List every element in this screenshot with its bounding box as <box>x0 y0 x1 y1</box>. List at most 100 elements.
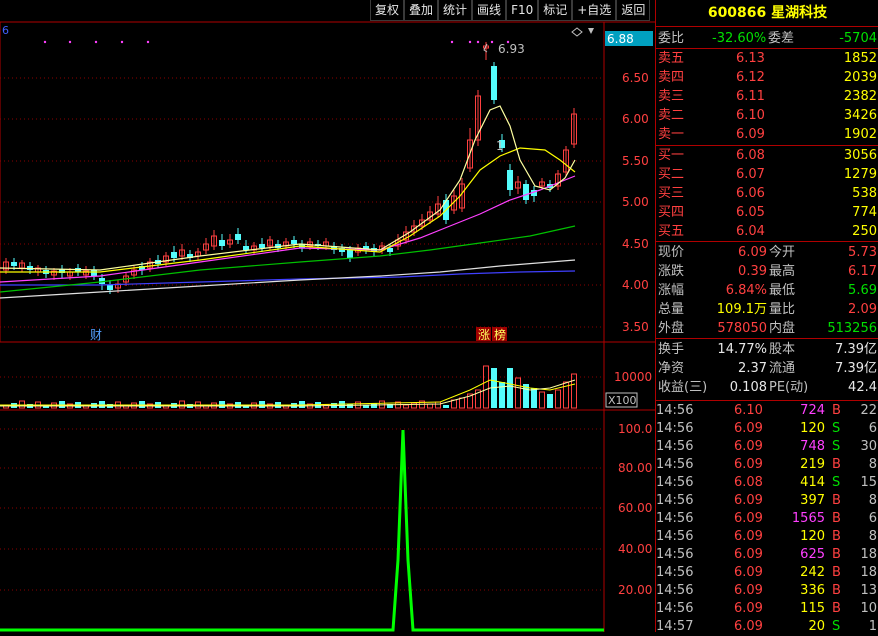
stat-value: 6.84% <box>725 283 767 298</box>
tick-count: 8 <box>868 529 877 544</box>
finance-marker[interactable]: 财 <box>90 328 102 342</box>
volume-bar <box>403 404 409 409</box>
limit-up-marker[interactable]: 涨 <box>478 327 490 342</box>
fund-value: 0.108 <box>729 380 767 395</box>
volume-bars <box>0 365 577 409</box>
tick-price: 6.09 <box>734 457 763 472</box>
tick-time: 14:57 <box>656 619 694 634</box>
stat-label: 外盘 <box>658 321 685 336</box>
candle-body <box>523 184 529 200</box>
tick-count: 8 <box>868 457 877 472</box>
candle-body <box>107 285 113 290</box>
signal-dot <box>120 40 124 44</box>
stock-header[interactable]: 600866 星湖科技 <box>656 0 878 27</box>
ask-label: 卖四 <box>658 70 685 85</box>
tick-volume: 1565 <box>791 511 825 526</box>
triangle-down-icon[interactable] <box>588 28 594 34</box>
signal-marker: 1 <box>496 139 504 153</box>
ma-line <box>0 105 576 271</box>
tick-row: 14:56 6.09 336 B 13 <box>656 582 878 600</box>
tick-price: 6.09 <box>734 511 763 526</box>
tick-side: B <box>832 511 841 526</box>
volume-bar <box>435 401 441 409</box>
bid-label: 买四 <box>658 205 685 220</box>
stat-row: 涨幅 6.84% 最低 5.69 <box>656 282 878 300</box>
candlesticks <box>3 42 577 294</box>
fund-label: PE(动) <box>769 380 809 395</box>
ask-row: 卖三 6.11 2382 <box>656 88 878 106</box>
ask-price: 6.12 <box>736 70 765 85</box>
indicator-tick-label: 80.00 <box>618 461 652 475</box>
tick-count: 30 <box>860 439 877 454</box>
tick-time: 14:56 <box>656 565 694 580</box>
tick-price: 6.09 <box>734 493 763 508</box>
toolbar-button-7[interactable]: 返回 <box>616 0 651 21</box>
bid-volume: 250 <box>852 224 877 239</box>
tick-time: 14:56 <box>656 403 694 418</box>
tick-count: 8 <box>868 493 877 508</box>
toolbar-button-6[interactable]: +自选 <box>572 0 617 21</box>
tick-time: 14:56 <box>656 511 694 526</box>
tick-row: 14:56 6.09 1565 B 6 <box>656 510 878 528</box>
bid-volume: 1279 <box>843 167 877 182</box>
toolbar-button-3[interactable]: 画线 <box>472 0 507 21</box>
weicha-label: 委差 <box>768 31 795 46</box>
stat-label: 涨幅 <box>658 283 685 298</box>
tick-count: 6 <box>868 511 877 526</box>
tick-time: 14:56 <box>656 493 694 508</box>
stat-row: 现价 6.09 今开 5.73 <box>656 244 878 262</box>
tick-row: 14:56 6.09 120 S 6 <box>656 420 878 438</box>
high-price-label: 6.93 <box>498 42 525 56</box>
diamond-icon[interactable] <box>571 27 583 37</box>
candle-body <box>171 252 177 258</box>
price-tick-label: 3.50 <box>622 320 649 334</box>
tick-side: B <box>832 457 841 472</box>
tick-side: B <box>832 403 841 418</box>
tick-volume: 20 <box>808 619 825 634</box>
fund-label: 股本 <box>769 342 796 357</box>
volume-bar <box>571 373 577 409</box>
tick-side: B <box>832 547 841 562</box>
tick-price: 6.09 <box>734 439 763 454</box>
kline-chart[interactable]: 6.50 6.00 5.50 5.00 4.50 4.00 3.50 6.88 6.93 6… <box>0 0 655 632</box>
stat-row: 总量 109.1万 量比 2.09 <box>656 301 878 319</box>
ranking-marker[interactable]: 榜 <box>494 327 506 342</box>
bid-row: 买一 6.08 3056 <box>656 147 878 165</box>
candle-body <box>235 234 241 240</box>
toolbar-button-5[interactable]: 标记 <box>538 0 573 21</box>
stat-value: 6.09 <box>738 245 767 260</box>
tick-row: 14:56 6.09 120 B 8 <box>656 528 878 546</box>
toolbar-button-2[interactable]: 统计 <box>438 0 473 21</box>
volume-bar <box>507 368 513 408</box>
price-tick-label: 6.00 <box>622 112 649 126</box>
volume-bar <box>555 389 561 409</box>
tick-side: B <box>832 493 841 508</box>
stat-label: 最高 <box>769 264 796 279</box>
tick-time: 14:56 <box>656 583 694 598</box>
indicator-tick-label: 100.0 <box>618 422 652 436</box>
tick-volume: 219 <box>800 457 825 472</box>
toolbar-button-1[interactable]: 叠加 <box>404 0 439 21</box>
tick-volume: 724 <box>800 403 825 418</box>
toolbar-button-4[interactable]: F10 <box>506 0 539 21</box>
tick-count: 10 <box>860 601 877 616</box>
divider <box>656 400 878 401</box>
tick-time: 14:56 <box>656 457 694 472</box>
fund-value: 7.39亿 <box>835 361 877 376</box>
ma-line <box>0 225 576 293</box>
tick-time: 14:56 <box>656 439 694 454</box>
toolbar-button-0[interactable]: 复权 <box>370 0 405 21</box>
indicator-tick-label: 20.00 <box>618 583 652 597</box>
stat-value: 109.1万 <box>716 302 767 317</box>
fund-label: 收益(三) <box>658 380 708 395</box>
price-tick-label: 5.50 <box>622 154 649 168</box>
stat-label: 今开 <box>769 245 796 260</box>
tick-count: 18 <box>860 547 877 562</box>
tick-time: 14:56 <box>656 421 694 436</box>
fund-label: 流通 <box>769 361 796 376</box>
ask-volume: 1902 <box>843 127 877 142</box>
ask-volume: 2039 <box>843 70 877 85</box>
stat-value: 0.39 <box>738 264 767 279</box>
bid-row: 买三 6.06 538 <box>656 185 878 203</box>
divider <box>656 241 878 242</box>
